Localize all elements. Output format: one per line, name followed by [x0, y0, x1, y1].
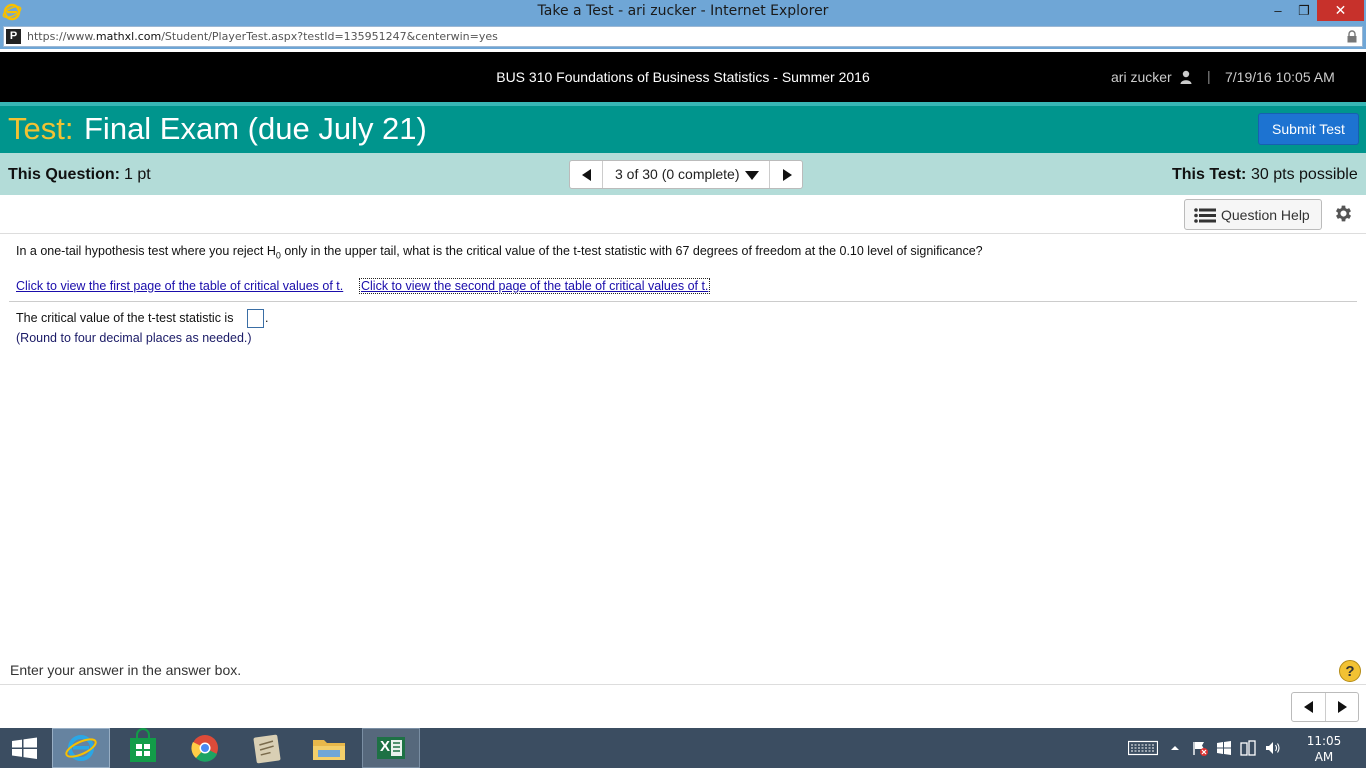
- next-question-button[interactable]: [769, 161, 802, 188]
- question-help-label: Question Help: [1221, 207, 1310, 223]
- caret-down-icon[interactable]: [745, 171, 759, 180]
- submit-test-button[interactable]: Submit Test: [1258, 113, 1359, 145]
- excel-icon: [377, 737, 405, 759]
- taskbar-chrome[interactable]: [176, 728, 234, 768]
- course-header: BUS 310 Foundations of Business Statisti…: [0, 52, 1366, 102]
- url-host: mathxl.com: [95, 30, 162, 43]
- test-name: Final Exam (due July 21): [84, 111, 427, 146]
- list-icon: [1194, 208, 1216, 223]
- test-header: Test: Final Exam (due July 21) Submit Te…: [0, 106, 1366, 153]
- taskbar-pdf-app[interactable]: [238, 728, 296, 768]
- browser-title-bar: Take a Test - ari zucker - Internet Expl…: [0, 0, 1366, 23]
- document-icon: [253, 734, 281, 764]
- windows-taskbar: X 11:05 AM 7/19/2016: [0, 728, 1366, 780]
- maximize-button[interactable]: ❐: [1292, 0, 1316, 21]
- taskbar-file-explorer[interactable]: [300, 728, 358, 768]
- answer-hint: Enter your answer in the answer box.: [10, 662, 242, 678]
- lock-icon[interactable]: [1346, 30, 1358, 43]
- internet-explorer-icon: [65, 735, 97, 761]
- network-icon[interactable]: [1239, 740, 1257, 756]
- taskbar-clock[interactable]: 11:05 AM 7/19/2016: [1296, 733, 1358, 781]
- address-bar: P https://www.mathxl.com/Student/PlayerT…: [0, 23, 1366, 49]
- clock-time: 11:05 AM: [1306, 734, 1342, 764]
- chrome-icon: [191, 735, 218, 762]
- footer-navigator: [1291, 692, 1359, 722]
- question-divider: [9, 301, 1357, 302]
- this-test-points: 30 pts possible: [1251, 166, 1358, 183]
- chevron-right-icon: [1338, 701, 1347, 713]
- question-navigator: 3 of 30 (0 complete): [569, 160, 803, 189]
- question-text: In a one-tail hypothesis test where you …: [16, 244, 983, 261]
- test-label: Test:: [8, 111, 74, 146]
- url-path: /Student/PlayerTest.aspx?testId=13595124…: [161, 30, 498, 43]
- question-text-part1: In a one-tail hypothesis test where you …: [16, 244, 276, 258]
- site-icon: P: [6, 29, 21, 44]
- taskbar-store[interactable]: [114, 728, 172, 768]
- chevron-left-icon: [1304, 701, 1313, 713]
- minimize-button[interactable]: –: [1266, 0, 1290, 21]
- url-text[interactable]: https://www.mathxl.com/Student/PlayerTes…: [27, 30, 498, 43]
- volume-icon[interactable]: [1265, 740, 1281, 756]
- help-icon[interactable]: ?: [1339, 660, 1361, 682]
- taskbar-internet-explorer[interactable]: [52, 728, 110, 768]
- question-help-button[interactable]: Question Help: [1184, 199, 1322, 230]
- question-status-dropdown[interactable]: 3 of 30 (0 complete): [615, 166, 740, 182]
- close-button[interactable]: ✕: [1317, 0, 1364, 21]
- header-separator: |: [1207, 68, 1211, 84]
- chevron-left-icon: [582, 169, 591, 181]
- windows-update-icon[interactable]: [1216, 740, 1232, 756]
- first-table-link[interactable]: Click to view the first page of the tabl…: [16, 279, 343, 293]
- footer-divider: [0, 684, 1366, 685]
- previous-question-button[interactable]: [570, 161, 603, 188]
- store-icon: [130, 728, 156, 762]
- this-question-label: This Question:: [8, 166, 120, 183]
- this-test-label: This Test:: [1172, 166, 1247, 183]
- footer-previous-button[interactable]: [1292, 693, 1326, 721]
- answer-label: The critical value of the t-test statist…: [16, 311, 234, 325]
- taskbar-excel[interactable]: X: [362, 728, 420, 768]
- clock-date: 7/19/2016: [1296, 766, 1358, 780]
- footer-next-button[interactable]: [1326, 693, 1359, 721]
- question-bar: This Question: 1 pt 3 of 30 (0 complete)…: [0, 153, 1366, 195]
- user-icon: [1180, 70, 1192, 84]
- windows-logo-icon: [12, 737, 37, 759]
- flag-icon[interactable]: [1191, 740, 1209, 756]
- answer-suffix: .: [265, 311, 269, 325]
- start-button[interactable]: [0, 728, 50, 768]
- chevron-up-icon[interactable]: [1169, 740, 1181, 756]
- url-field[interactable]: P https://www.mathxl.com/Student/PlayerT…: [3, 26, 1363, 47]
- folder-icon: [313, 740, 345, 760]
- user-name: ari zucker: [1111, 69, 1172, 85]
- excel-letter: X: [380, 738, 391, 755]
- header-datetime: 7/19/16 10:05 AM: [1225, 69, 1335, 85]
- this-question-points: 1 pt: [124, 166, 151, 183]
- gear-icon[interactable]: [1333, 203, 1354, 224]
- window-title: Take a Test - ari zucker - Internet Expl…: [537, 3, 829, 19]
- second-table-link[interactable]: Click to view the second page of the tab…: [359, 278, 711, 294]
- question-text-part2: only in the upper tail, what is the crit…: [280, 244, 983, 258]
- answer-input[interactable]: [247, 309, 264, 328]
- keyboard-icon[interactable]: [1128, 740, 1158, 756]
- toolbar-divider: [0, 233, 1366, 234]
- url-prefix: https://www.: [27, 30, 96, 43]
- chevron-right-icon: [783, 169, 792, 181]
- rounding-instruction: (Round to four decimal places as needed.…: [16, 331, 252, 345]
